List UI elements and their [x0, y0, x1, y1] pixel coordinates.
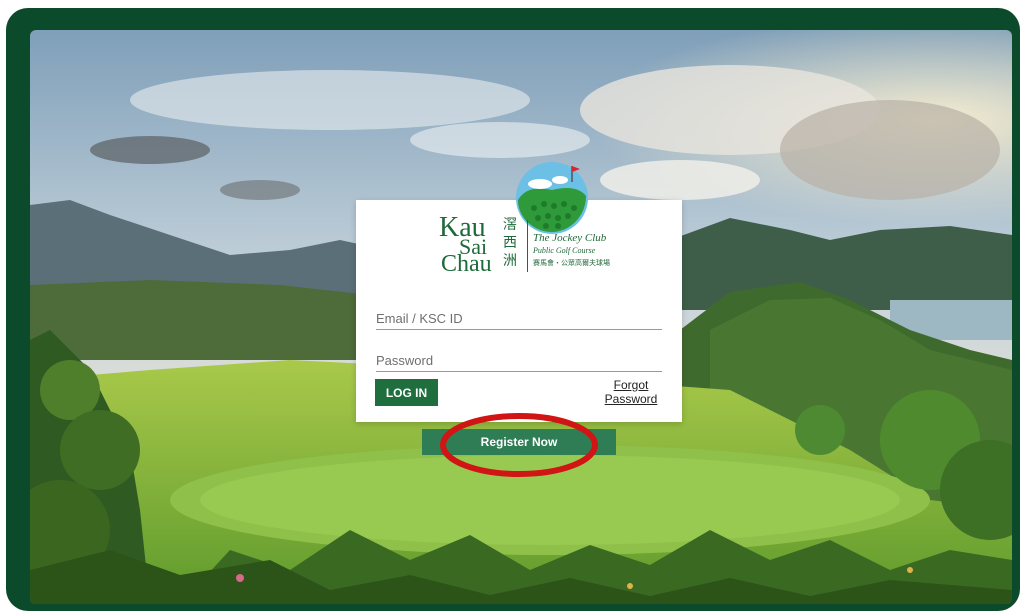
password-field[interactable]: [376, 349, 662, 372]
forgot-password-link[interactable]: Forgot Password: [596, 378, 666, 406]
brand-cn-1: 滘: [503, 217, 517, 233]
brand-name-line3: Chau: [441, 251, 492, 277]
register-now-button[interactable]: Register Now: [422, 429, 616, 455]
brand-cn-2: 西: [503, 235, 517, 251]
brand-logo: Kau Sai Chau 滘 西 洲 The Jockey Club Publi…: [439, 214, 610, 278]
login-button[interactable]: LOG IN: [375, 379, 438, 406]
brand-divider: [527, 220, 528, 272]
email-field[interactable]: [376, 307, 662, 330]
password-input[interactable]: [376, 349, 662, 371]
brand-subtitle2: Public Golf Course: [533, 246, 596, 255]
brand-subtitle-cn: 賽馬會・公眾高爾夫球場: [533, 259, 610, 267]
brand-cn-3: 洲: [503, 253, 517, 269]
brand-subtitle1: The Jockey Club: [533, 232, 607, 244]
forgot-line1: Forgot: [613, 378, 649, 392]
email-input[interactable]: [376, 307, 662, 329]
forgot-line2: Password: [604, 392, 658, 406]
